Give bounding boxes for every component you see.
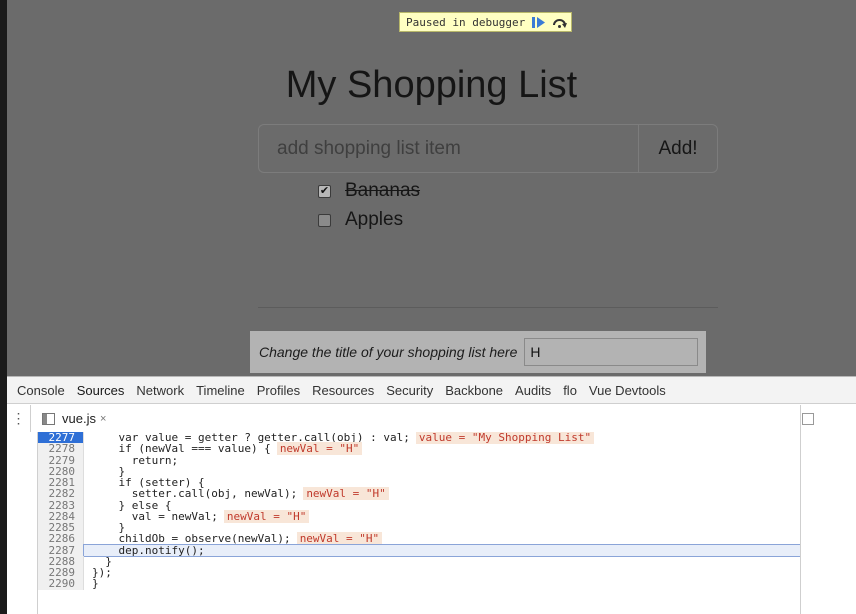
- title-change-panel: Change the title of your shopping list h…: [250, 331, 706, 373]
- code-line[interactable]: 2290}: [38, 578, 800, 590]
- resume-button[interactable]: [531, 15, 546, 29]
- tab-resources[interactable]: Resources: [306, 377, 380, 404]
- code-line[interactable]: 2284 val = newVal; newVal = "H": [38, 509, 800, 523]
- item-label: Apples: [345, 209, 404, 230]
- code-line[interactable]: 2289});: [38, 567, 800, 578]
- checkmark-icon: ✔: [319, 184, 330, 197]
- tab-security[interactable]: Security: [380, 377, 439, 404]
- title-input[interactable]: H: [524, 338, 699, 366]
- tab-audits[interactable]: Audits: [509, 377, 557, 404]
- file-tab[interactable]: vue.js ×: [62, 411, 106, 426]
- tab-vue-devtools[interactable]: Vue Devtools: [583, 377, 672, 404]
- sources-toolbar: ⋮ vue.js ×: [7, 405, 856, 432]
- code-text: if (newVal === value) {newVal = "H": [84, 442, 800, 456]
- inline-value: value = "My Shopping List": [415, 432, 595, 444]
- code-line[interactable]: 2287 dep.notify();: [38, 543, 800, 557]
- browser-frame: Paused in debugger My Shopping List add …: [7, 0, 856, 614]
- item-label: Bananas: [345, 180, 421, 201]
- code-text: val = newVal; newVal = "H": [84, 509, 800, 523]
- list-item: Apples: [318, 208, 403, 232]
- code-text: }: [84, 556, 800, 567]
- code-text: });: [84, 567, 800, 578]
- list-item: ✔ Bananas: [318, 179, 420, 203]
- tab-profiles[interactable]: Profiles: [251, 377, 306, 404]
- devtools-tabs: Console Sources Network Timeline Profile…: [7, 377, 856, 404]
- step-over-button[interactable]: [552, 15, 568, 29]
- inline-value: newVal = "H": [296, 532, 383, 546]
- code-source: }: [92, 577, 99, 591]
- divider: [258, 307, 718, 308]
- step-over-icon: [553, 18, 568, 28]
- paused-banner: Paused in debugger: [399, 12, 573, 32]
- add-button[interactable]: Add!: [638, 124, 718, 173]
- tab-console[interactable]: Console: [11, 377, 71, 404]
- add-item-row: add shopping list item Add!: [258, 124, 718, 173]
- devtools-panel: Console Sources Network Timeline Profile…: [7, 376, 856, 614]
- left-gutter: [7, 432, 37, 614]
- add-item-input[interactable]: add shopping list item: [258, 124, 638, 173]
- tab-network[interactable]: Network: [130, 377, 190, 404]
- line-number[interactable]: 2282: [38, 488, 84, 500]
- resume-icon: [532, 16, 546, 28]
- line-number[interactable]: 2278: [38, 443, 84, 455]
- more-menu-icon[interactable]: ⋮: [7, 405, 31, 432]
- tab-sources[interactable]: Sources: [71, 377, 131, 404]
- tab-timeline[interactable]: Timeline: [190, 377, 251, 404]
- inline-value: newVal = "H": [303, 487, 389, 501]
- code-text: return;: [84, 454, 800, 466]
- navigator-toggle-icon[interactable]: [42, 412, 55, 425]
- line-number[interactable]: 2286: [38, 533, 84, 545]
- close-icon[interactable]: ×: [100, 413, 106, 425]
- title-change-label: Change the title of your shopping list h…: [259, 344, 518, 360]
- code-text: }: [84, 578, 800, 589]
- app-page: Paused in debugger My Shopping List add …: [7, 0, 856, 376]
- paused-label: Paused in debugger: [406, 15, 526, 29]
- code-editor[interactable]: 2277 var value = getter ? getter.call(ob…: [37, 432, 800, 614]
- code-line[interactable]: 2288 }: [38, 555, 800, 567]
- inline-value: newVal = "H": [223, 509, 310, 523]
- debugger-sidebar: [800, 405, 856, 614]
- page-title: My Shopping List: [285, 64, 578, 106]
- file-tab-label: vue.js: [62, 411, 96, 426]
- code-text: setter.call(obj, newVal); newVal = "H": [84, 487, 800, 501]
- code-text: dep.notify();: [83, 543, 800, 557]
- inline-value: newVal = "H": [276, 442, 363, 456]
- tab-flo[interactable]: flo: [557, 377, 583, 404]
- tab-backbone[interactable]: Backbone: [439, 377, 509, 404]
- item-checkbox[interactable]: [318, 213, 331, 227]
- item-checkbox[interactable]: ✔: [318, 184, 331, 198]
- line-number[interactable]: 2290: [38, 578, 84, 590]
- code-line[interactable]: 2279 return;: [38, 454, 800, 466]
- sidebar-toggle-icon[interactable]: [802, 413, 814, 425]
